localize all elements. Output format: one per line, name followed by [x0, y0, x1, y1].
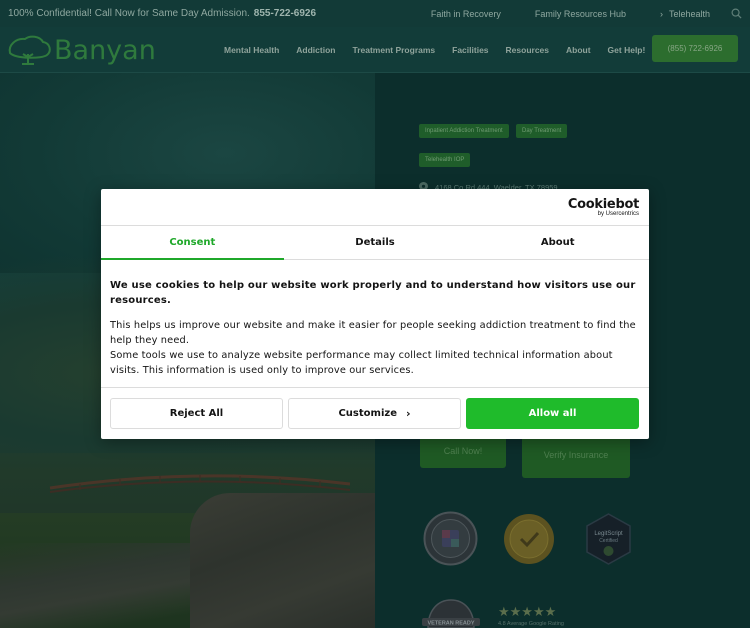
joint-commission-seal-icon [504, 514, 554, 564]
dialog-body: We use cookies to help our website work … [110, 278, 640, 378]
nav-treatment-programs[interactable]: Treatment Programs [352, 45, 435, 55]
nav-get-help[interactable]: Get Help! [608, 45, 646, 55]
chevron-right-icon: › [405, 407, 411, 420]
tab-consent[interactable]: Consent [101, 226, 284, 260]
tag-day-treatment[interactable]: Day Treatment [516, 124, 568, 138]
photo-rocks [190, 493, 375, 628]
tag-telehealth-iop[interactable]: Telehealth IOP [419, 153, 471, 167]
svg-text:VETERAN READY: VETERAN READY [427, 621, 474, 627]
reject-all-button[interactable]: Reject All [110, 398, 283, 429]
dialog-tabs: Consent Details About [101, 226, 649, 260]
banyan-tree-icon [8, 35, 51, 65]
consent-paragraph-1: This helps us improve our website and ma… [110, 320, 636, 346]
top-phone-link[interactable]: 855-722-6926 [254, 8, 316, 19]
consent-paragraph-2: Some tools we use to analyze website per… [110, 350, 613, 376]
google-rating: ★★★★★ 4.8 Average Google Rating [498, 604, 564, 627]
verify-insurance-button[interactable]: Verify Insurance [522, 433, 630, 478]
cookiebot-byline: by Usercentrics [597, 211, 639, 217]
nav-about[interactable]: About [566, 45, 591, 55]
faith-in-recovery-link[interactable]: Faith in Recovery [431, 9, 501, 19]
family-resources-link[interactable]: Family Resources Hub [535, 9, 626, 19]
dialog-header: Cookiebot by Usercentrics [101, 189, 649, 226]
tab-details[interactable]: Details [284, 226, 467, 259]
top-links: Faith in Recovery Family Resources Hub ›… [431, 0, 750, 27]
telehealth-label: Telehealth [668, 8, 710, 19]
dialog-footer: Reject All Customize › Allow all [101, 387, 649, 439]
banyan-logo[interactable]: Banyan [6, 33, 156, 67]
chevron-right-icon: › [659, 8, 663, 19]
telehealth-link[interactable]: › Telehealth [660, 9, 710, 19]
tab-about[interactable]: About [466, 226, 649, 259]
top-bar: 100% Confidential! Call Now for Same Day… [0, 0, 750, 27]
veteran-ready-icon: VETERAN READY [422, 599, 480, 628]
legitscript-certified-icon: LegitScript Certified [586, 513, 631, 565]
allow-all-button[interactable]: Allow all [466, 398, 639, 429]
nav-addiction[interactable]: Addiction [296, 45, 335, 55]
rating-text: 4.8 Average Google Rating [498, 621, 564, 627]
search-icon[interactable] [731, 8, 742, 19]
svg-text:LegitScript: LegitScript [594, 531, 623, 537]
photo-bridge [49, 474, 351, 493]
header-phone-button[interactable]: (855) 722-6926 [652, 35, 738, 62]
nav-mental-health[interactable]: Mental Health [224, 45, 279, 55]
confidential-notice: 100% Confidential! Call Now for Same Day… [8, 8, 250, 19]
svg-text:Certified: Certified [599, 538, 618, 544]
cookiebot-logo: Cookiebot by Usercentrics [568, 198, 639, 218]
rating-stars: ★★★★★ [498, 604, 557, 619]
hipaa-seal-icon [423, 511, 478, 566]
site-header: Banyan Mental Health Addiction Treatment… [0, 27, 750, 73]
nav-facilities[interactable]: Facilities [452, 45, 488, 55]
cookiebot-wordmark: Cookiebot [567, 197, 639, 212]
logo-wordmark: Banyan [54, 34, 156, 66]
nav-resources[interactable]: Resources [506, 45, 549, 55]
main-nav: Mental Health Addiction Treatment Progra… [224, 27, 662, 73]
customize-button[interactable]: Customize › [288, 398, 461, 429]
tag-inpatient[interactable]: Inpatient Addiction Treatment [419, 124, 509, 138]
consent-headline: We use cookies to help our website work … [110, 280, 636, 306]
customize-label: Customize [338, 408, 397, 419]
cookie-consent-dialog: Cookiebot by Usercentrics Consent Detail… [101, 189, 649, 439]
